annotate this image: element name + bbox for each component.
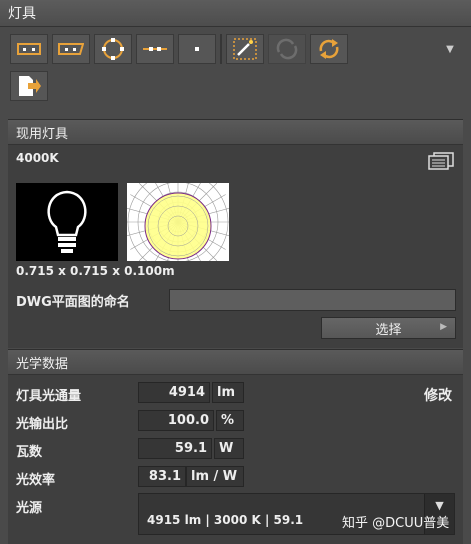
polar-grid xyxy=(123,167,233,277)
light-distribution-diagram xyxy=(123,167,233,277)
magic-wand-button[interactable] xyxy=(226,34,264,64)
light-source-value: 4915 lm | 3000 K | 59.1 xyxy=(147,513,304,527)
luminous-flux-unit: lm xyxy=(212,382,244,403)
toolbar-more-button[interactable]: ▼ xyxy=(437,34,463,64)
chevron-down-icon: ▼ xyxy=(435,499,444,512)
light-output-ratio-unit: % xyxy=(216,410,244,431)
efficacy-unit: lm / W xyxy=(186,466,244,487)
point-fixture-icon xyxy=(195,47,199,51)
chevron-right-icon: ▶ xyxy=(440,322,447,332)
rotate-disabled-icon xyxy=(276,38,298,60)
wattage-unit: W xyxy=(214,438,244,459)
light-output-ratio-label: 光输出比 xyxy=(16,417,69,432)
export-button[interactable] xyxy=(10,71,48,101)
copy-icon xyxy=(428,152,454,170)
rotate-icon xyxy=(319,39,339,59)
select-button[interactable]: 选择 ▶ xyxy=(321,317,456,339)
light-source-label: 光源 xyxy=(16,501,43,516)
wattage-label: 瓦数 xyxy=(16,445,43,460)
luminous-flux-label: 灯具光通量 xyxy=(16,389,82,404)
rect-outline-fixture-icon xyxy=(58,43,84,55)
panel-title-text: 灯具 xyxy=(8,6,36,22)
rotate-button[interactable] xyxy=(310,34,348,64)
distribution-curve xyxy=(144,192,212,260)
magic-wand-icon xyxy=(233,38,257,60)
dwg-name-label: DWG平面图的命名 xyxy=(16,295,130,310)
rect-outline-fixture-button[interactable] xyxy=(52,34,90,64)
lamp-name: 4000K xyxy=(16,151,59,165)
circle-fixture-icon xyxy=(102,38,124,60)
circle-fixture-button[interactable] xyxy=(94,34,132,64)
point-fixture-button[interactable] xyxy=(178,34,216,64)
toolbar-separator xyxy=(220,34,222,64)
rotate-disabled-button[interactable] xyxy=(268,34,306,64)
rect-fixture-button[interactable] xyxy=(10,34,48,64)
light-output-ratio-value[interactable]: 100.0 xyxy=(138,410,214,431)
select-button-label: 选择 xyxy=(375,322,402,338)
luminous-flux-value[interactable]: 4914 xyxy=(138,382,210,403)
efficacy-value[interactable]: 83.1 xyxy=(138,466,186,487)
copy-button[interactable] xyxy=(428,152,454,170)
fixture-thumbnail xyxy=(16,183,118,261)
current-fixture-title: 现用灯具 xyxy=(16,126,69,142)
line-fixture-icon xyxy=(143,47,167,51)
line-fixture-button[interactable] xyxy=(136,34,174,64)
rect-fixture-icon xyxy=(17,43,41,55)
efficacy-label: 光效率 xyxy=(16,473,56,488)
fixture-dimensions: 0.715 x 0.715 x 0.100m xyxy=(16,264,175,278)
toolbar-row-2 xyxy=(0,65,471,105)
optical-data-header: 光学数据 xyxy=(8,350,463,375)
watermark: 知乎 @DCUU普美 xyxy=(342,516,450,531)
light-bulb-icon xyxy=(47,190,87,253)
dwg-name-input[interactable] xyxy=(169,289,456,311)
chevron-down-icon: ▼ xyxy=(446,43,454,55)
export-icon xyxy=(19,76,41,96)
current-fixture-header: 现用灯具 xyxy=(8,120,463,145)
modify-link[interactable]: 修改 xyxy=(424,385,452,405)
toolbar-row-1: ▼ xyxy=(0,27,471,65)
optical-data-title: 光学数据 xyxy=(16,356,69,372)
wattage-value[interactable]: 59.1 xyxy=(138,438,212,459)
panel-title: 灯具 xyxy=(0,0,471,27)
